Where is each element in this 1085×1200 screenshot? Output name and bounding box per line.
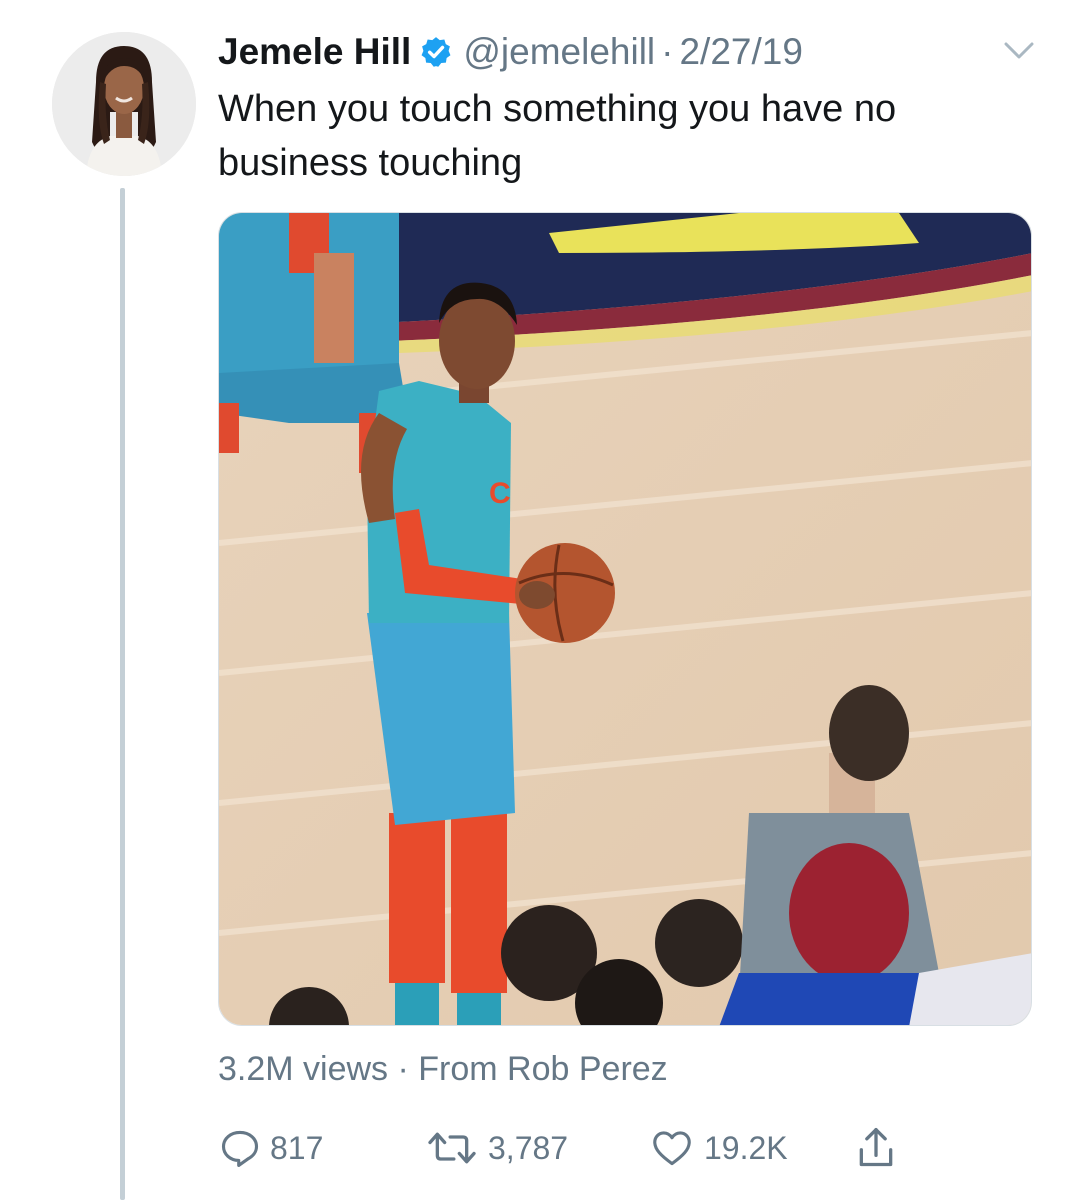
retweet-count: 3,787 bbox=[488, 1129, 569, 1166]
handle[interactable]: @jemelehill bbox=[463, 31, 655, 73]
retweet-button[interactable]: 3,787 bbox=[424, 1122, 568, 1174]
tweet-header: Jemele Hill @jemelehill · 2/27/19 bbox=[218, 28, 803, 76]
reply-button[interactable]: 817 bbox=[218, 1122, 323, 1174]
like-count: 19.2K bbox=[704, 1129, 788, 1166]
heart-icon bbox=[653, 1131, 691, 1166]
svg-text:C: C bbox=[489, 477, 511, 510]
video-player[interactable]: C bbox=[218, 212, 1032, 1026]
reply-icon bbox=[221, 1130, 259, 1167]
video-views: 3.2M views · From Rob Perez bbox=[218, 1050, 668, 1088]
separator: · bbox=[661, 31, 674, 72]
chevron-down-icon[interactable] bbox=[1000, 36, 1038, 66]
tweet-actions: 817 3,787 19.2K bbox=[218, 1122, 1032, 1174]
tweet-text: When you touch something you have no bus… bbox=[218, 88, 897, 184]
retweet-icon bbox=[428, 1132, 476, 1164]
thread-line bbox=[120, 188, 125, 1200]
tweet[interactable]: Jemele Hill @jemelehill · 2/27/19 When y… bbox=[0, 0, 1085, 1200]
avatar-image bbox=[52, 32, 196, 176]
share-button[interactable] bbox=[854, 1122, 906, 1174]
video-thumbnail: C bbox=[219, 213, 1031, 1025]
reply-count: 817 bbox=[270, 1129, 324, 1166]
avatar[interactable] bbox=[52, 32, 196, 176]
like-button[interactable]: 19.2K bbox=[648, 1122, 788, 1174]
display-name[interactable]: Jemele Hill bbox=[218, 31, 411, 73]
share-icon bbox=[859, 1128, 893, 1167]
tweet-date[interactable]: 2/27/19 bbox=[679, 31, 802, 73]
verified-badge-icon bbox=[421, 37, 451, 67]
